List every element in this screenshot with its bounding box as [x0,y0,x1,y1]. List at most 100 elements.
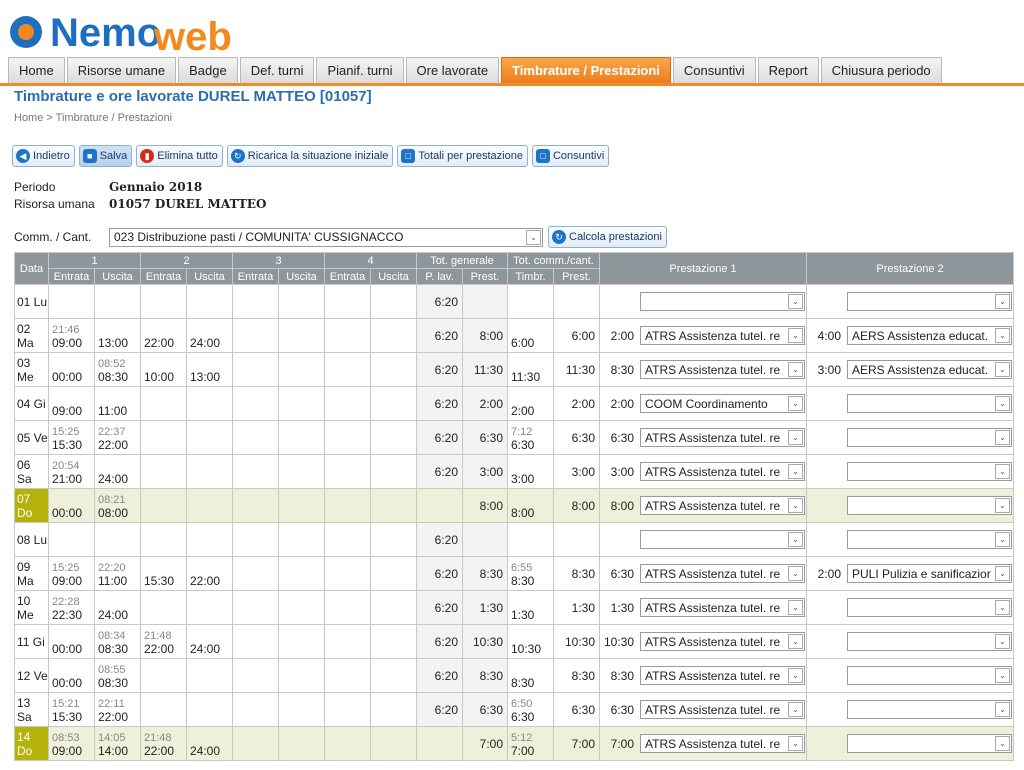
prestazione-2-select[interactable]: AERS Assistenza educat. ⌄ [847,326,1012,345]
entrata-cell[interactable]: 00:00 [48,658,95,693]
uscita-cell[interactable] [186,454,233,489]
delete-all-button[interactable]: ▮ Elimina tutto [136,145,223,167]
entrata-cell[interactable]: 15:21 15:30 [48,692,95,727]
save-button[interactable]: ■ Salva [78,145,133,167]
uscita-cell[interactable]: 13:00 [94,318,141,353]
entrata-cell[interactable] [232,318,279,353]
tab-timbrature-prestazioni[interactable]: Timbrature / Prestazioni [501,57,671,83]
prestazione-1-select[interactable]: ⌄ [640,292,805,311]
uscita-cell[interactable]: 24:00 [94,454,141,489]
prestazione-1-select[interactable]: ATRS Assistenza tutel. re ⌄ [640,496,805,515]
uscita-cell[interactable] [278,658,325,693]
tab-consuntivi[interactable]: Consuntivi [672,57,756,83]
entrata-cell[interactable] [324,318,371,353]
uscita-cell[interactable]: 22:20 11:00 [94,556,141,591]
uscita-cell[interactable] [94,284,141,319]
entrata-cell[interactable] [324,658,371,693]
prestazione-1-select[interactable]: ATRS Assistenza tutel. re ⌄ [640,700,805,719]
entrata-cell[interactable] [232,352,279,387]
prestazione-2-select[interactable]: ⌄ [847,598,1012,617]
prestazione-1-select[interactable]: COOM Coordinamento ⌄ [640,394,805,413]
uscita-cell[interactable]: 08:34 08:30 [94,624,141,659]
entrata-cell[interactable] [324,488,371,523]
prestazione-2-select[interactable]: ⌄ [847,632,1012,651]
tab-pianif-turni[interactable]: Pianif. turni [316,57,404,83]
breadcrumb[interactable]: Home > Timbrature / Prestazioni [14,112,172,124]
tab-report[interactable]: Report [757,57,819,83]
entrata-cell[interactable] [232,386,279,421]
uscita-cell[interactable] [370,692,417,727]
uscita-cell[interactable] [370,488,417,523]
uscita-cell[interactable] [278,454,325,489]
tab-risorse-umane[interactable]: Risorse umane [66,57,177,83]
entrata-cell[interactable] [232,522,279,557]
uscita-cell[interactable] [94,522,141,557]
uscita-cell[interactable] [186,488,233,523]
entrata-cell[interactable] [232,420,279,455]
uscita-cell[interactable]: 22:00 [186,556,233,591]
uscita-cell[interactable] [278,522,325,557]
uscita-cell[interactable]: 22:11 22:00 [94,692,141,727]
prestazione-1-select[interactable]: ATRS Assistenza tutel. re ⌄ [640,428,805,447]
tab-badge[interactable]: Badge [178,57,238,83]
entrata-cell[interactable]: 21:48 22:00 [140,726,187,761]
uscita-cell[interactable] [278,284,325,319]
entrata-cell[interactable]: 08:53 09:00 [48,726,95,761]
uscita-cell[interactable] [278,590,325,625]
entrata-cell[interactable] [324,522,371,557]
calc-prestazioni-button[interactable]: ↻ Calcola prestazioni [548,226,667,248]
prestazione-1-select[interactable]: ATRS Assistenza tutel. re ⌄ [640,632,805,651]
prestazione-1-select[interactable]: ATRS Assistenza tutel. re ⌄ [640,598,805,617]
entrata-cell[interactable]: 15:25 15:30 [48,420,95,455]
uscita-cell[interactable] [370,556,417,591]
entrata-cell[interactable] [232,692,279,727]
entrata-cell[interactable] [140,522,187,557]
prestazione-1-select[interactable]: ATRS Assistenza tutel. re ⌄ [640,462,805,481]
uscita-cell[interactable] [370,352,417,387]
prestazione-2-select[interactable]: ⌄ [847,666,1012,685]
uscita-cell[interactable] [186,658,233,693]
entrata-cell[interactable] [140,386,187,421]
tab-chiusura-periodo[interactable]: Chiusura periodo [820,57,942,83]
uscita-cell[interactable] [278,386,325,421]
uscita-cell[interactable]: 08:55 08:30 [94,658,141,693]
entrata-cell[interactable] [324,726,371,761]
uscita-cell[interactable] [186,420,233,455]
entrata-cell[interactable] [140,590,187,625]
uscita-cell[interactable] [186,284,233,319]
entrata-cell[interactable] [140,420,187,455]
entrata-cell[interactable] [324,692,371,727]
entrata-cell[interactable] [324,386,371,421]
uscita-cell[interactable] [370,658,417,693]
prestazione-1-select[interactable]: ATRS Assistenza tutel. re ⌄ [640,360,805,379]
uscita-cell[interactable]: 13:00 [186,352,233,387]
entrata-cell[interactable]: 15:30 [140,556,187,591]
entrata-cell[interactable] [232,726,279,761]
entrata-cell[interactable]: 00:00 [48,352,95,387]
uscita-cell[interactable] [278,420,325,455]
entrata-cell[interactable] [324,352,371,387]
uscita-cell[interactable] [278,556,325,591]
uscita-cell[interactable] [278,352,325,387]
uscita-cell[interactable] [186,692,233,727]
prestazione-2-select[interactable]: ⌄ [847,496,1012,515]
tab-ore-lavorate[interactable]: Ore lavorate [405,57,500,83]
prestazione-2-select[interactable]: ⌄ [847,292,1012,311]
uscita-cell[interactable]: 24:00 [186,318,233,353]
uscita-cell[interactable] [278,726,325,761]
entrata-cell[interactable]: 09:00 [48,386,95,421]
entrata-cell[interactable]: 00:00 [48,488,95,523]
uscita-cell[interactable]: 24:00 [94,590,141,625]
prestazione-2-select[interactable]: ⌄ [847,462,1012,481]
entrata-cell[interactable] [232,658,279,693]
entrata-cell[interactable]: 21:46 09:00 [48,318,95,353]
entrata-cell[interactable]: 21:48 22:00 [140,624,187,659]
entrata-cell[interactable] [48,284,95,319]
prestazione-1-select[interactable]: ATRS Assistenza tutel. re ⌄ [640,326,805,345]
entrata-cell[interactable] [48,522,95,557]
prestazione-2-select[interactable]: ⌄ [847,428,1012,447]
prestazione-1-select[interactable]: ATRS Assistenza tutel. re ⌄ [640,666,805,685]
prestazione-1-select[interactable]: ATRS Assistenza tutel. re ⌄ [640,564,805,583]
uscita-cell[interactable] [186,590,233,625]
entrata-cell[interactable] [324,590,371,625]
